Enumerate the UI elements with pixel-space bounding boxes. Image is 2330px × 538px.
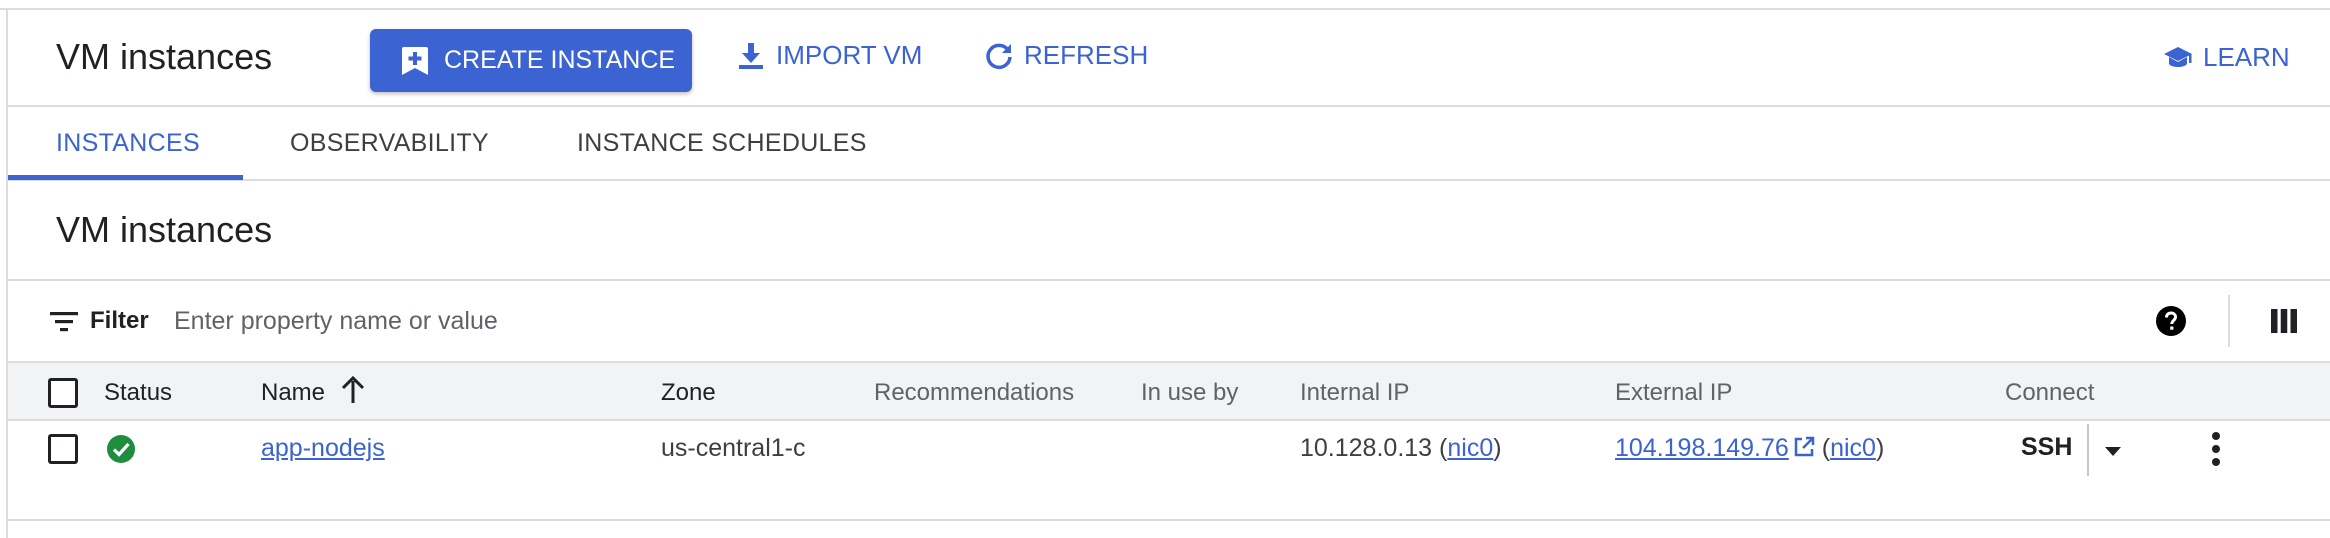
page-header: VM instances CREATE INSTANCE IMPORT VM R…: [8, 10, 2330, 107]
school-icon: [2163, 43, 2193, 73]
filter-list-icon[interactable]: [50, 309, 78, 335]
column-in-use-by: In use by: [1141, 379, 1239, 406]
column-zone: Zone: [661, 379, 716, 406]
filter-input[interactable]: [174, 301, 1174, 341]
view-column-icon[interactable]: [2271, 307, 2297, 335]
column-external-ip: External IP: [1615, 379, 1733, 406]
table-header: Status Name Zone Recommendations In use …: [8, 363, 2330, 421]
arrow-drop-down-icon[interactable]: [2104, 445, 2122, 457]
add-box-icon: [402, 46, 428, 75]
create-instance-button[interactable]: CREATE INSTANCE: [370, 29, 692, 92]
refresh-icon: [984, 41, 1014, 71]
tab-bar: INSTANCES OBSERVABILITY INSTANCE SCHEDUL…: [8, 107, 2330, 181]
open-in-new-icon[interactable]: [1793, 436, 1815, 458]
ssh-divider: [2087, 424, 2089, 476]
table-row: app-nodejs us-central1-c 10.128.0.13 (ni…: [8, 421, 2330, 521]
row-checkbox[interactable]: [48, 434, 78, 464]
learn-button[interactable]: LEARN: [2163, 42, 2290, 73]
instances-section-header: VM instances: [8, 181, 2330, 281]
tab-instances[interactable]: INSTANCES: [56, 129, 200, 158]
import-vm-label: IMPORT VM: [776, 40, 923, 70]
internal-ip-cell: 10.128.0.13 (nic0): [1300, 434, 1502, 462]
column-connect: Connect: [2005, 379, 2095, 406]
learn-label: LEARN: [2203, 42, 2290, 72]
filter-label[interactable]: Filter: [90, 307, 149, 335]
tab-instance-schedules[interactable]: INSTANCE SCHEDULES: [577, 129, 867, 158]
toolbar-divider: [2228, 295, 2230, 347]
instance-name-link[interactable]: app-nodejs: [261, 434, 385, 462]
column-recommendations: Recommendations: [874, 379, 1075, 406]
create-instance-label: CREATE INSTANCE: [444, 46, 676, 74]
check-circle-icon: [106, 434, 136, 464]
section-title: VM instances: [56, 209, 273, 250]
more-vert-icon[interactable]: [2211, 431, 2221, 467]
external-ip-cell: 104.198.149.76 (nic0): [1615, 434, 1885, 462]
column-status: Status: [104, 379, 173, 406]
refresh-label: REFRESH: [1024, 40, 1149, 70]
filter-bar: Filter: [8, 281, 2330, 363]
help-icon[interactable]: [2155, 305, 2187, 337]
column-internal-ip: Internal IP: [1300, 379, 1410, 406]
active-tab-indicator: [8, 175, 243, 180]
external-ip-link[interactable]: 104.198.149.76: [1615, 434, 1789, 462]
ssh-button[interactable]: SSH: [2021, 433, 2072, 462]
internal-ip: 10.128.0.13: [1300, 434, 1433, 462]
top-divider: [0, 0, 2330, 10]
tab-observability[interactable]: OBSERVABILITY: [290, 129, 489, 158]
internal-nic-link[interactable]: nic0: [1447, 434, 1493, 462]
select-all-checkbox[interactable]: [48, 378, 78, 408]
console-page: VM instances CREATE INSTANCE IMPORT VM R…: [0, 0, 2330, 538]
column-name[interactable]: Name: [261, 379, 325, 407]
import-vm-button[interactable]: IMPORT VM: [736, 40, 922, 71]
download-icon: [736, 41, 766, 71]
external-nic-link[interactable]: nic0: [1830, 434, 1876, 462]
page-title: VM instances: [56, 36, 273, 77]
refresh-button[interactable]: REFRESH: [984, 40, 1148, 71]
instance-zone: us-central1-c: [661, 434, 806, 462]
arrow-upward-icon[interactable]: [340, 375, 366, 405]
